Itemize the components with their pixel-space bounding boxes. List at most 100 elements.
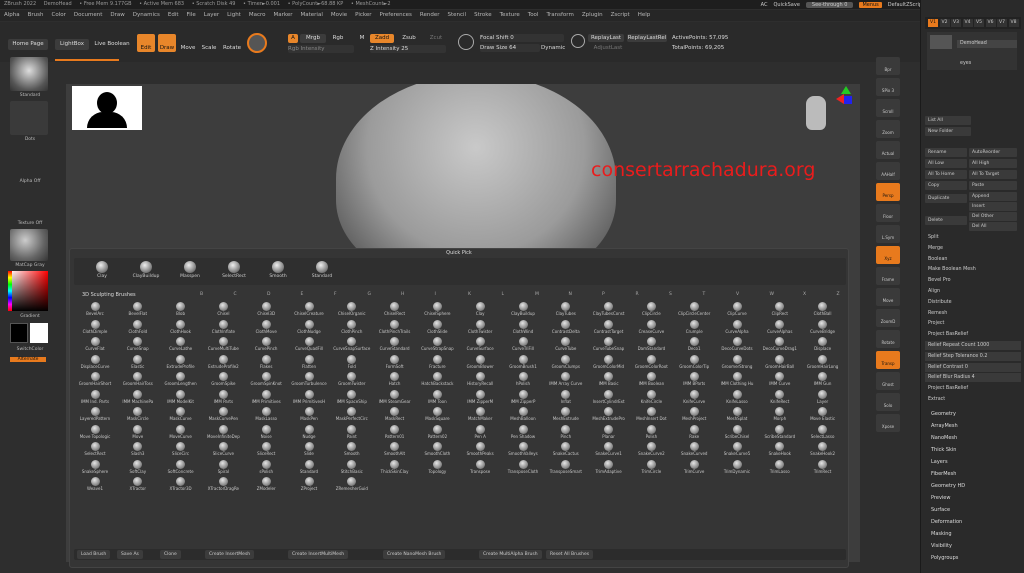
brush-item[interactable]: SliceCirc bbox=[160, 442, 202, 456]
letter-h[interactable]: H bbox=[401, 292, 404, 297]
brush-item[interactable]: MaskPen bbox=[288, 407, 330, 421]
brush-item[interactable]: ClothBall bbox=[802, 302, 844, 316]
focal-shift-slider[interactable]: Focal Shift 0 bbox=[480, 34, 564, 42]
letter-s[interactable]: S bbox=[669, 292, 672, 297]
tray-scroll[interactable]: Scroll bbox=[876, 99, 900, 117]
brush-item[interactable]: SoftConcrete bbox=[160, 459, 202, 474]
brush-item[interactable]: ClothHook bbox=[160, 319, 202, 334]
zcut-button[interactable]: Zcut bbox=[424, 34, 448, 43]
lightbox-button[interactable]: LightBox bbox=[55, 39, 89, 50]
brush-item[interactable]: SoftClay bbox=[117, 459, 159, 474]
tab-v4[interactable]: V4 bbox=[962, 19, 973, 27]
subtool-demohead[interactable]: DemoHead bbox=[957, 40, 1017, 48]
brush-item[interactable]: IMM Ind. Parts bbox=[74, 389, 116, 404]
brush-item[interactable]: ChiselSphere bbox=[416, 302, 458, 316]
subtool-all-low[interactable]: All Low bbox=[925, 159, 967, 168]
brush-item[interactable]: IMM Basic bbox=[588, 372, 630, 386]
brush-item[interactable]: sPolish bbox=[245, 459, 287, 474]
brush-item[interactable]: Weave1 bbox=[74, 477, 116, 491]
brush-item[interactable]: MaskRect bbox=[374, 407, 416, 421]
replay-last-rel-button[interactable]: ReplayLastRel bbox=[627, 34, 667, 42]
stroke-dots-tile[interactable] bbox=[10, 101, 48, 135]
section-arraymesh[interactable]: ArrayMesh bbox=[925, 421, 1021, 431]
brush-item[interactable]: ClipCurve bbox=[716, 302, 758, 316]
brush-item[interactable]: HatchBackstack bbox=[416, 372, 458, 386]
brush-item[interactable]: MatchMaker bbox=[459, 407, 501, 421]
menu-picker[interactable]: Picker bbox=[355, 12, 371, 18]
brush-item[interactable]: ChiselRect bbox=[374, 302, 416, 316]
brush-item[interactable]: ClothInflate bbox=[202, 319, 244, 334]
brush-item[interactable]: GroomBrush1 bbox=[502, 354, 544, 369]
brush-item[interactable]: SliceRect bbox=[245, 442, 287, 456]
tray-l-sym[interactable]: L.Sym bbox=[876, 225, 900, 243]
action-load-brush[interactable]: Load Brush bbox=[77, 550, 111, 559]
brush-item[interactable]: TrimCurve bbox=[673, 459, 715, 474]
brush-item[interactable]: Rake bbox=[673, 424, 715, 439]
brush-item[interactable]: ClothSlide bbox=[416, 319, 458, 334]
home-page-button[interactable]: Home Page bbox=[8, 39, 48, 50]
action-create-multialpha-brush[interactable]: Create MultiAlpha Brush bbox=[479, 550, 542, 559]
brush-item[interactable]: Chisel3D bbox=[245, 302, 287, 316]
menu-stencil[interactable]: Stencil bbox=[447, 12, 466, 18]
brush-item[interactable]: CurveQuadFill bbox=[288, 337, 330, 351]
subtool-rename[interactable]: Rename bbox=[925, 148, 967, 157]
letter-w[interactable]: W bbox=[770, 292, 774, 297]
tab-v5[interactable]: V5 bbox=[974, 19, 984, 27]
brush-item[interactable]: HistoryRecall bbox=[459, 372, 501, 386]
brush-item[interactable]: DamStandard bbox=[630, 337, 672, 351]
brush-item[interactable]: Pen Shadow bbox=[502, 424, 544, 439]
brush-item[interactable]: hPolish bbox=[502, 372, 544, 386]
letter-z[interactable]: Z bbox=[837, 292, 840, 297]
menu-macro[interactable]: Macro bbox=[249, 12, 266, 18]
menu-zplugin[interactable]: Zplugin bbox=[582, 12, 603, 18]
zadd-button[interactable]: Zadd bbox=[370, 34, 394, 43]
section-layers[interactable]: Layers bbox=[925, 457, 1021, 467]
brush-item[interactable]: DecoCurveDots bbox=[716, 337, 758, 351]
material-tile[interactable] bbox=[10, 229, 48, 261]
menu-render[interactable]: Render bbox=[420, 12, 440, 18]
brush-item[interactable]: CurveMultiTube bbox=[202, 337, 244, 351]
brush-item[interactable]: IMM SteamGear bbox=[374, 389, 416, 404]
brush-item[interactable]: IMM MachinePa bbox=[117, 389, 159, 404]
brush-item[interactable]: MaskLasso bbox=[245, 407, 287, 421]
brush-item[interactable]: GroomBlower bbox=[459, 354, 501, 369]
brush-item[interactable]: Move Elastic bbox=[802, 407, 844, 421]
section-geometry[interactable]: Geometry bbox=[925, 409, 1021, 419]
brush-item[interactable]: MaskPerfectCirc bbox=[331, 407, 373, 421]
default-zscript-button[interactable]: DefaultZScript bbox=[888, 2, 924, 8]
menu-movie[interactable]: Movie bbox=[331, 12, 347, 18]
tray-persp[interactable]: Persp bbox=[876, 183, 900, 201]
brush-item[interactable]: ClothFold bbox=[117, 319, 159, 334]
brush-item[interactable]: IMM ZipperM bbox=[459, 389, 501, 404]
brush-item[interactable]: MeshSplat bbox=[716, 407, 758, 421]
letter-k[interactable]: K bbox=[468, 292, 471, 297]
brush-item[interactable]: IMM Boolean bbox=[630, 372, 672, 386]
section-visibility[interactable]: Visibility bbox=[925, 541, 1021, 551]
brush-item[interactable]: TrimRect bbox=[802, 459, 844, 474]
brush-item[interactable]: SnakeHook bbox=[759, 442, 801, 456]
brush-item[interactable]: IMM ZipperP bbox=[502, 389, 544, 404]
subtool-op-make-boolean-mesh[interactable]: Make Boolean Mesh bbox=[925, 265, 1021, 274]
subtool-list-all[interactable]: List All bbox=[925, 116, 971, 125]
action-clone[interactable]: Clone bbox=[160, 550, 181, 559]
subtool-op-relief-contrast-0[interactable]: Relief Contrast 0 bbox=[925, 362, 1021, 372]
brush-item[interactable]: XTractor3D bbox=[160, 477, 202, 491]
brush-item[interactable]: Flatten bbox=[288, 354, 330, 369]
tab-v2[interactable]: V2 bbox=[939, 19, 950, 27]
mrgb-button[interactable]: Mrgb bbox=[300, 34, 326, 43]
tray-frame[interactable]: Frame bbox=[876, 267, 900, 285]
move-button[interactable]: Move bbox=[179, 34, 197, 52]
m-button[interactable]: M bbox=[356, 34, 368, 43]
brush-item[interactable]: MeshExtrudePro bbox=[588, 407, 630, 421]
brush-item[interactable]: SnakeCurve2 bbox=[630, 442, 672, 456]
subtool-op-merge[interactable]: Merge bbox=[925, 244, 1021, 253]
brush-item[interactable]: SnakeCurved bbox=[673, 442, 715, 456]
brush-item[interactable]: Morph bbox=[759, 407, 801, 421]
brush-item[interactable]: TrimAdaptive bbox=[588, 459, 630, 474]
brush-item[interactable]: Fracture bbox=[416, 354, 458, 369]
brush-item[interactable]: GroomHairToss bbox=[117, 372, 159, 386]
subtool-all-high[interactable]: All High bbox=[969, 159, 1017, 168]
brush-item[interactable]: MaskCurve bbox=[160, 407, 202, 421]
brush-item[interactable]: CurveStandard bbox=[374, 337, 416, 351]
brush-item[interactable]: Chisel bbox=[202, 302, 244, 316]
